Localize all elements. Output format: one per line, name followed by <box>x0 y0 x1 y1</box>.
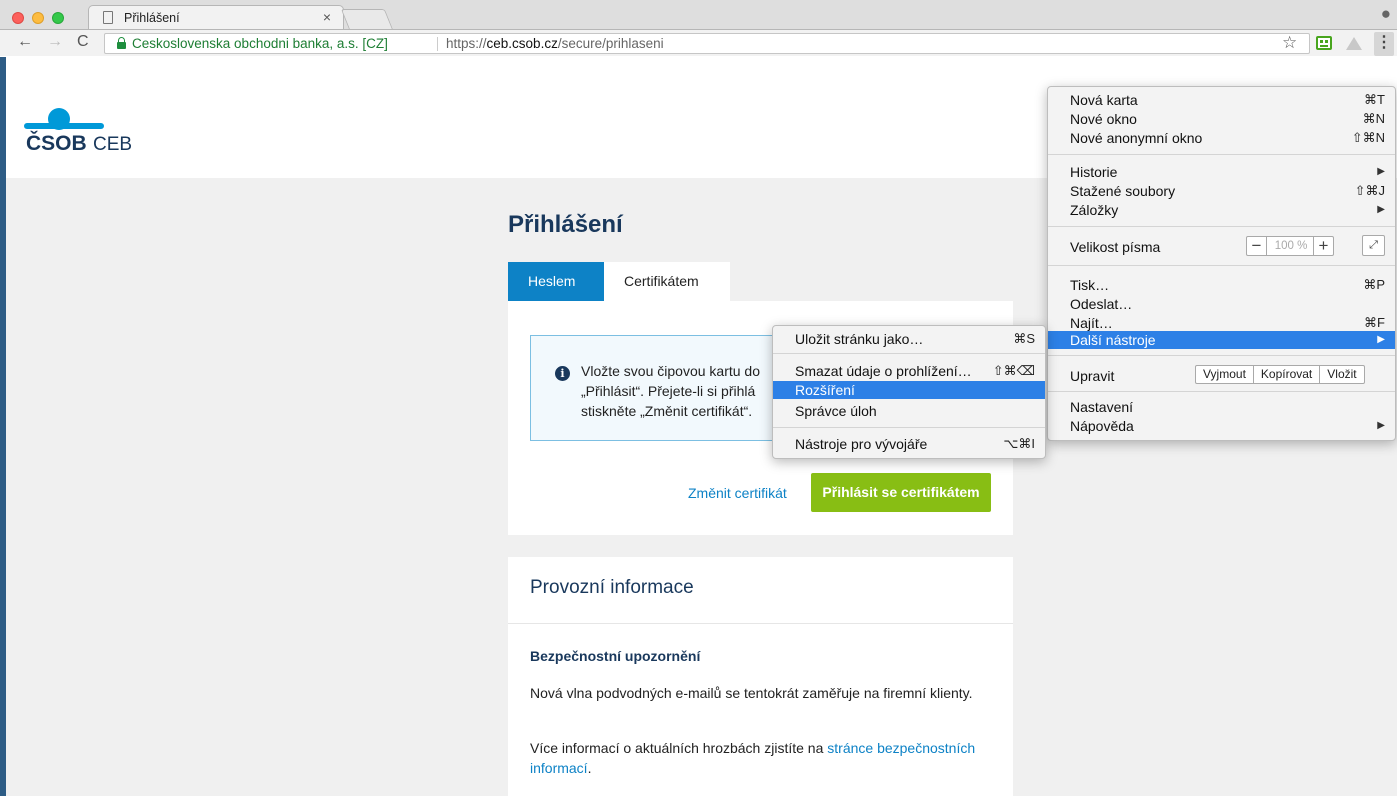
zoom-out-button[interactable]: − <box>1247 237 1267 255</box>
info-icon: i <box>555 366 570 381</box>
profile-icon[interactable]: ● <box>1381 4 1391 24</box>
address-bar[interactable]: Ceskoslovenska obchodni banka, a.s. [CZ]… <box>104 33 1310 54</box>
login-certificate-button[interactable]: Přihlásit se certifikátem <box>811 473 991 512</box>
menu-item-clear-browsing-data[interactable]: Smazat údaje o prohlížení… ⇧⌘⌫ <box>773 362 1045 380</box>
fullscreen-icon[interactable]: ⤢ <box>1362 235 1385 256</box>
menu-item-save-page[interactable]: Uložit stránku jako… ⌘S <box>773 330 1045 348</box>
minimize-window-button[interactable] <box>32 12 44 24</box>
menu-separator <box>1048 154 1395 155</box>
tab-password[interactable]: Heslem <box>508 262 604 301</box>
security-heading: Bezpečnostní upozornění <box>530 648 701 664</box>
menu-item-developer-tools[interactable]: Nástroje pro vývojáře ⌥⌘I <box>773 435 1045 453</box>
security-more-info: Více informací o aktuálních hrozbách zji… <box>530 740 976 776</box>
menu-item-more-tools[interactable]: Další nástroje ▶ <box>1048 331 1395 349</box>
menu-item-find[interactable]: Najít… ⌘F <box>1048 314 1395 332</box>
url-text: https://ceb.csob.cz/secure/prihlaseni <box>446 36 664 51</box>
paste-button[interactable]: Vložit <box>1320 366 1363 383</box>
menu-item-extensions[interactable]: Rozšíření <box>773 381 1045 399</box>
menu-item-new-window[interactable]: Nové okno ⌘N <box>1048 110 1395 128</box>
extension-icon[interactable] <box>1316 36 1332 50</box>
menu-item-print[interactable]: Tisk… ⌘P <box>1048 276 1395 294</box>
edit-button-group: Vyjmout Kopírovat Vložit <box>1195 365 1365 384</box>
menu-item-new-tab[interactable]: Nová karta ⌘T <box>1048 91 1395 109</box>
menu-item-task-manager[interactable]: Správce úloh <box>773 402 1045 420</box>
forward-icon[interactable]: → <box>47 33 63 51</box>
menu-separator <box>1048 391 1395 392</box>
csob-logo[interactable]: ČSOB CEB <box>24 108 132 158</box>
drive-extension-icon[interactable] <box>1346 37 1362 50</box>
chrome-main-menu: Nová karta ⌘T Nové okno ⌘N Nové anonymní o… <box>1047 86 1396 441</box>
maximize-window-button[interactable] <box>52 12 64 24</box>
zoom-in-button[interactable]: + <box>1313 237 1333 255</box>
new-tab-button[interactable] <box>340 9 394 30</box>
menu-item-downloads[interactable]: Stažené soubory ⇧⌘J <box>1048 182 1395 200</box>
browser-tab[interactable]: Přihlášení × <box>88 5 344 30</box>
url-separator <box>437 37 438 51</box>
page-title: Přihlášení <box>508 211 623 238</box>
menu-item-cast[interactable]: Odeslat… <box>1048 295 1395 313</box>
menu-item-bookmarks[interactable]: Záložky ▶ <box>1048 201 1395 219</box>
menu-item-settings[interactable]: Nastavení <box>1048 398 1395 416</box>
menu-separator <box>773 427 1045 428</box>
operational-info-title: Provozní informace <box>530 577 694 598</box>
menu-separator <box>1048 226 1395 227</box>
ev-certificate-org: Ceskoslovenska obchodni banka, a.s. [CZ] <box>132 36 388 51</box>
change-certificate-link[interactable]: Změnit certifikát <box>688 485 787 501</box>
menu-separator <box>773 353 1045 354</box>
reload-icon[interactable]: C <box>77 33 89 51</box>
more-tools-submenu: Uložit stránku jako… ⌘S Smazat údaje o pr… <box>772 325 1046 459</box>
menu-item-history[interactable]: Historie ▶ <box>1048 163 1395 181</box>
page-icon <box>103 11 113 24</box>
divider <box>508 623 1013 624</box>
menu-item-incognito[interactable]: Nové anonymní okno ⇧⌘N <box>1048 129 1395 147</box>
tab-certificate[interactable]: Certifikátem <box>604 262 730 301</box>
back-icon[interactable]: ← <box>17 33 33 51</box>
menu-item-help[interactable]: Nápověda ▶ <box>1048 417 1395 435</box>
cut-button[interactable]: Vyjmout <box>1196 366 1254 383</box>
lock-icon <box>117 37 126 49</box>
bookmark-star-icon[interactable]: ☆ <box>1282 33 1297 53</box>
zoom-control: − 100 % + <box>1246 236 1334 256</box>
zoom-value: 100 % <box>1274 240 1308 252</box>
security-paragraph: Nová vlna podvodných e-mailů se tentokrá… <box>530 685 973 701</box>
menu-separator <box>1048 265 1395 266</box>
copy-button[interactable]: Kopírovat <box>1254 366 1321 383</box>
close-window-button[interactable] <box>12 12 24 24</box>
operational-info-card: Provozní informace Bezpečnostní upozorně… <box>508 557 1013 796</box>
menu-separator <box>1048 355 1395 356</box>
tab-close-icon[interactable]: × <box>323 9 331 25</box>
tab-title: Přihlášení <box>124 11 180 25</box>
menu-item-font-size: Velikost písma <box>1070 239 1161 255</box>
chrome-menu-button[interactable]: ⋮ <box>1374 32 1394 56</box>
browser-toolbar: ← → C Ceskoslovenska obchodni banka, a.s… <box>0 29 1397 56</box>
